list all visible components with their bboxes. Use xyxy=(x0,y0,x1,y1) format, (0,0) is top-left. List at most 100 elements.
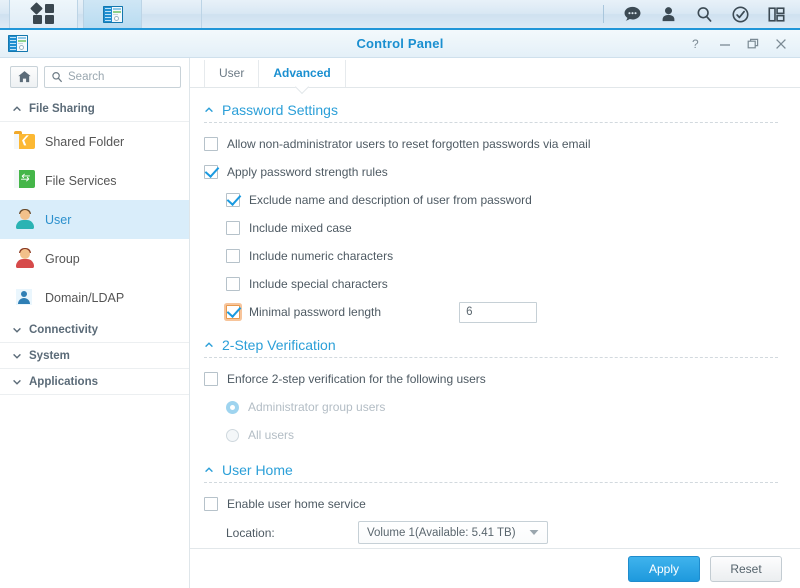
sidebar-item-file-services[interactable]: ⇆ File Services xyxy=(0,161,189,200)
chevron-down-icon xyxy=(529,527,539,539)
allow-reset-checkbox[interactable] xyxy=(204,137,218,151)
section-divider xyxy=(204,482,778,483)
sidebar-item-shared-folder[interactable]: ❮ Shared Folder xyxy=(0,122,189,161)
control-panel-icon xyxy=(102,5,123,23)
min-password-length-input[interactable]: 6 xyxy=(459,301,538,323)
allow-reset-label: Allow non-administrator users to reset f… xyxy=(227,137,591,151)
domain-ldap-icon xyxy=(14,287,36,309)
section-divider xyxy=(204,357,778,358)
section-header-2-step-verification[interactable]: 2-Step Verification xyxy=(204,337,778,353)
search-placeholder: Search xyxy=(68,71,105,83)
sidebar-item-domain-ldap[interactable]: Domain/LDAP xyxy=(0,278,189,317)
checkbox-row-numeric[interactable]: Include numeric characters xyxy=(204,245,778,267)
include-numeric-checkbox[interactable] xyxy=(226,249,240,263)
checkbox-row-enforce-2step[interactable]: Enforce 2-step verification for the foll… xyxy=(204,368,778,390)
sidebar-section-system[interactable]: System xyxy=(0,343,189,369)
tab-user[interactable]: User xyxy=(204,60,258,87)
sidebar-section-label: Applications xyxy=(29,375,99,388)
sidebar-section-file-sharing[interactable]: File Sharing xyxy=(0,96,189,122)
include-mixed-case-label: Include mixed case xyxy=(249,221,352,235)
chevron-up-icon xyxy=(205,342,213,348)
chat-icon[interactable] xyxy=(622,4,642,24)
reset-button[interactable]: Reset xyxy=(710,555,782,582)
chevron-up-icon xyxy=(205,467,213,473)
window-titlebar: Control Panel ? xyxy=(0,30,800,58)
sidebar-item-label: Shared Folder xyxy=(45,134,125,149)
sidebar-item-user[interactable]: User xyxy=(0,200,189,239)
min-password-length-checkbox[interactable] xyxy=(226,305,240,319)
home-button[interactable] xyxy=(10,66,38,88)
tab-bar-end xyxy=(344,60,346,87)
section-title: User Home xyxy=(222,462,293,478)
sidebar-section-label: System xyxy=(29,349,70,362)
chevron-down-icon xyxy=(13,353,21,359)
section-title: Password Settings xyxy=(222,102,338,118)
section-header-user-home[interactable]: User Home xyxy=(204,462,778,478)
file-services-icon: ⇆ xyxy=(14,169,36,192)
widgets-icon[interactable] xyxy=(766,4,786,24)
person-icon[interactable] xyxy=(658,4,678,24)
taskbar-edge-button[interactable] xyxy=(0,0,10,28)
location-select[interactable]: Volume 1(Available: 5.41 TB) xyxy=(358,521,548,544)
include-numeric-label: Include numeric characters xyxy=(249,249,394,263)
apps-grid-icon xyxy=(29,2,57,25)
checkbox-row-min-length[interactable]: Minimal password length 6 xyxy=(204,301,778,323)
advanced-settings-panel: Password Settings Allow non-administrato… xyxy=(190,88,800,556)
admin-group-users-radio[interactable] xyxy=(226,400,239,414)
shared-folder-icon: ❮ xyxy=(14,130,36,153)
taskbar-window-control-panel[interactable] xyxy=(84,0,142,28)
all-users-label: All users xyxy=(248,428,295,442)
help-button[interactable]: ? xyxy=(690,37,704,51)
enable-user-home-checkbox[interactable] xyxy=(204,497,218,511)
section-header-password-settings[interactable]: Password Settings xyxy=(204,102,778,118)
sidebar-item-label: File Services xyxy=(45,173,117,188)
svg-text:?: ? xyxy=(692,37,699,50)
taskbar-empty-slot xyxy=(142,0,202,28)
all-users-radio[interactable] xyxy=(226,428,239,442)
search-input[interactable]: Search xyxy=(44,66,181,88)
show-apps-button[interactable] xyxy=(10,0,78,28)
enforce-2step-checkbox[interactable] xyxy=(204,372,218,386)
maximize-button[interactable] xyxy=(746,37,760,51)
checkbox-row-special[interactable]: Include special characters xyxy=(204,273,778,295)
section-divider xyxy=(204,122,778,123)
radio-row-admin-group[interactable]: Administrator group users xyxy=(204,396,778,418)
sidebar-item-label: Domain/LDAP xyxy=(45,290,125,305)
radio-row-all-users[interactable]: All users xyxy=(204,424,778,446)
enforce-2step-label: Enforce 2-step verification for the foll… xyxy=(227,372,486,386)
sidebar-section-connectivity[interactable]: Connectivity xyxy=(0,317,189,343)
apply-strength-rules-label: Apply password strength rules xyxy=(227,165,388,179)
close-button[interactable] xyxy=(774,37,788,51)
checkbox-row-exclude-name[interactable]: Exclude name and description of user fro… xyxy=(204,189,778,211)
location-select-value: Volume 1(Available: 5.41 TB) xyxy=(367,526,516,539)
window-body: Search File Sharing ❮ Shared Folder ⇆ Fi… xyxy=(0,58,800,588)
sidebar-section-label: Connectivity xyxy=(29,323,99,336)
control-panel-window: Control Panel ? Search File Sharing ❮ Sh… xyxy=(0,30,800,588)
group-icon xyxy=(14,247,36,270)
admin-group-users-label: Administrator group users xyxy=(248,400,386,414)
checkbox-row-mixed-case[interactable]: Include mixed case xyxy=(204,217,778,239)
taskbar-tray xyxy=(603,4,800,24)
apply-strength-rules-checkbox[interactable] xyxy=(204,165,218,179)
apply-button[interactable]: Apply xyxy=(628,555,700,582)
chevron-up-icon xyxy=(13,105,21,111)
include-special-label: Include special characters xyxy=(249,277,388,291)
notification-icon[interactable] xyxy=(730,4,750,24)
exclude-name-checkbox[interactable] xyxy=(226,193,240,207)
tab-bar: User Advanced xyxy=(190,58,800,88)
include-special-checkbox[interactable] xyxy=(226,277,240,291)
search-icon[interactable] xyxy=(694,4,714,24)
checkbox-row-apply-strength-rules[interactable]: Apply password strength rules xyxy=(204,161,778,183)
tab-advanced[interactable]: Advanced xyxy=(258,60,344,87)
sidebar-toolbar: Search xyxy=(0,66,189,96)
include-mixed-case-checkbox[interactable] xyxy=(226,221,240,235)
sidebar-section-applications[interactable]: Applications xyxy=(0,369,189,395)
control-panel-sidebar: Search File Sharing ❮ Shared Folder ⇆ Fi… xyxy=(0,58,190,588)
checkbox-row-allow-reset[interactable]: Allow non-administrator users to reset f… xyxy=(204,133,778,155)
taskbar-left-group xyxy=(0,0,202,28)
sidebar-item-label: User xyxy=(45,212,72,227)
sidebar-section-label: File Sharing xyxy=(29,102,95,115)
checkbox-row-enable-user-home[interactable]: Enable user home service xyxy=(204,493,778,515)
minimize-button[interactable] xyxy=(718,37,732,51)
sidebar-item-group[interactable]: Group xyxy=(0,239,189,278)
